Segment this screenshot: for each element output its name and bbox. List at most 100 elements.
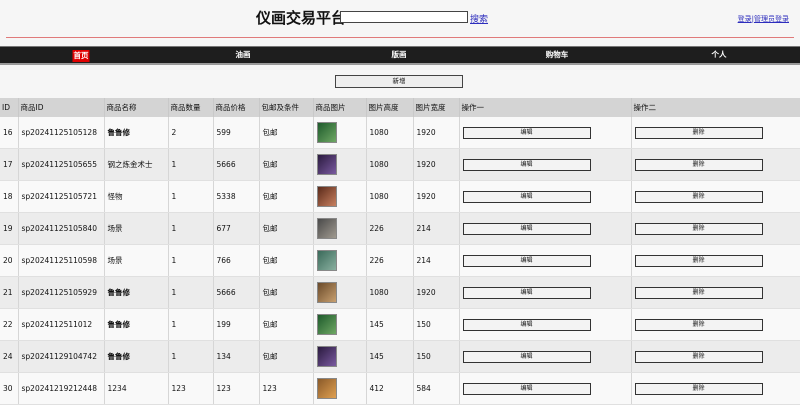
cell-action-one: 编辑 <box>459 180 632 213</box>
cell-action-one: 编辑 <box>459 340 632 373</box>
column-header: 商品图片 <box>313 98 367 117</box>
cell-action-one: 编辑 <box>459 117 632 149</box>
cell-product-id: sp20241125105128 <box>18 117 105 149</box>
cell-id: 30 <box>0 372 19 405</box>
cell-shipping: 包邮 <box>259 212 314 245</box>
edit-button[interactable]: 编辑 <box>462 286 591 299</box>
cell-shipping: 123 <box>259 372 314 405</box>
nav-item-1[interactable]: 油画 <box>236 47 251 64</box>
cell-image <box>313 244 367 277</box>
table-row: 19 sp20241125105840 场景 1 677 包邮 226 214 编辑 删除 <box>0 212 800 245</box>
table-row: 30 sp20241219212448 1234 123 123 123 412 584 编辑删… <box>0 372 800 405</box>
cell-shipping: 包邮 <box>259 148 314 181</box>
cell-name: 1234 <box>104 372 169 405</box>
edit-button[interactable]: 编辑 <box>462 126 591 139</box>
cell-action-two: 删除 <box>631 148 800 181</box>
delete-button[interactable]: 删除 <box>634 286 763 299</box>
cell-height: 1080 <box>366 148 414 181</box>
table-row: 21 sp20241125105929 鲁鲁修 1 5666 包邮 1080 1920 编辑 删除 <box>0 276 800 309</box>
cell-product-id: sp20241125105721 <box>18 180 105 213</box>
cell-action-one: 编辑 <box>459 372 632 405</box>
nav-item-2[interactable]: 版画 <box>392 47 407 64</box>
cell-quantity: 1 <box>168 244 214 277</box>
cell-image <box>313 148 367 181</box>
add-button[interactable]: 新增 <box>335 75 463 88</box>
column-header: 商品价格 <box>213 98 260 117</box>
cell-action-one: 编辑 <box>459 308 632 341</box>
cell-shipping: 包邮 <box>259 340 314 373</box>
cell-id: 22 <box>0 308 19 341</box>
search-input[interactable] <box>340 11 468 23</box>
table-header-row: ID 商品ID 商品名称 商品数量 商品价格 包邮及条件 商品图片 图片高度 图片宽度 操作一 操作… <box>0 98 800 117</box>
cell-product-id: sp20241125105840 <box>18 212 105 245</box>
column-header: 商品ID <box>18 98 105 117</box>
nav-item-3[interactable]: 购物车 <box>546 47 569 64</box>
cell-action-two: 删除 <box>631 372 800 405</box>
cell-price: 5666 <box>213 148 260 181</box>
edit-button[interactable]: 编辑 <box>462 318 591 331</box>
site-title: 仪画交易平台 <box>256 9 347 27</box>
cell-id: 24 <box>0 340 19 373</box>
delete-button[interactable]: 删除 <box>634 158 763 171</box>
product-thumbnail <box>316 186 337 207</box>
nav-item-4[interactable]: 个人 <box>712 47 727 64</box>
products-table: ID 商品ID 商品名称 商品数量 商品价格 包邮及条件 商品图片 图片高度 图片宽度 操作一 操作… <box>0 98 800 405</box>
admin-login-link[interactable]: 管理员登录 <box>754 15 789 23</box>
delete-button[interactable]: 删除 <box>634 190 763 203</box>
delete-button[interactable]: 删除 <box>634 222 763 235</box>
column-header: 操作一 <box>459 98 632 117</box>
cell-quantity: 1 <box>168 308 214 341</box>
product-thumbnail <box>316 314 337 335</box>
cell-image <box>313 180 367 213</box>
cell-price: 5338 <box>213 180 260 213</box>
cell-id: 18 <box>0 180 19 213</box>
delete-button[interactable]: 删除 <box>634 382 763 395</box>
delete-button[interactable]: 删除 <box>634 350 763 363</box>
cell-name: 场景 <box>104 212 169 245</box>
cell-action-two: 删除 <box>631 212 800 245</box>
cell-image <box>313 212 367 245</box>
edit-button[interactable]: 编辑 <box>462 190 591 203</box>
cell-width: 214 <box>413 212 460 245</box>
cell-quantity: 1 <box>168 148 214 181</box>
cell-price: 5666 <box>213 276 260 309</box>
edit-button[interactable]: 编辑 <box>462 158 591 171</box>
edit-button[interactable]: 编辑 <box>462 222 591 235</box>
cell-image <box>313 308 367 341</box>
cell-id: 19 <box>0 212 19 245</box>
search-button[interactable]: 搜索 <box>470 12 488 25</box>
column-header: 操作二 <box>631 98 800 117</box>
delete-button[interactable]: 删除 <box>634 254 763 267</box>
column-header: 图片高度 <box>366 98 414 117</box>
login-links: 登录|管理员登录 <box>738 14 789 24</box>
cell-image <box>313 372 367 405</box>
cell-name: 钢之炼金术士 <box>104 148 169 181</box>
cell-height: 412 <box>366 372 414 405</box>
edit-button[interactable]: 编辑 <box>462 382 591 395</box>
table-row: 22 sp2024112511012 鲁鲁修 1 199 包邮 145 150 编辑 删除 <box>0 308 800 341</box>
cell-id: 17 <box>0 148 19 181</box>
delete-button[interactable]: 删除 <box>634 126 763 139</box>
cell-quantity: 1 <box>168 276 214 309</box>
cell-height: 1080 <box>366 276 414 309</box>
nav-item-0[interactable]: 首页 <box>72 50 90 62</box>
cell-quantity: 123 <box>168 372 214 405</box>
cell-action-one: 编辑 <box>459 276 632 309</box>
cell-width: 1920 <box>413 276 460 309</box>
cell-action-two: 删除 <box>631 340 800 373</box>
table-body: 16 sp20241125105128 鲁鲁修 2 599 包邮 1080 1920 编辑 删除 1… <box>0 117 800 405</box>
login-link[interactable]: 登录 <box>738 15 752 23</box>
product-thumbnail <box>316 346 337 367</box>
cell-shipping: 包邮 <box>259 276 314 309</box>
cell-action-one: 编辑 <box>459 212 632 245</box>
cell-price: 599 <box>213 117 260 149</box>
cell-width: 1920 <box>413 148 460 181</box>
product-thumbnail <box>316 154 337 175</box>
cell-action-two: 删除 <box>631 308 800 341</box>
cell-width: 150 <box>413 308 460 341</box>
edit-button[interactable]: 编辑 <box>462 254 591 267</box>
main-nav: 首页 油画 版画 购物车 个人 <box>0 46 800 65</box>
cell-height: 1080 <box>366 117 414 149</box>
delete-button[interactable]: 删除 <box>634 318 763 331</box>
edit-button[interactable]: 编辑 <box>462 350 591 363</box>
